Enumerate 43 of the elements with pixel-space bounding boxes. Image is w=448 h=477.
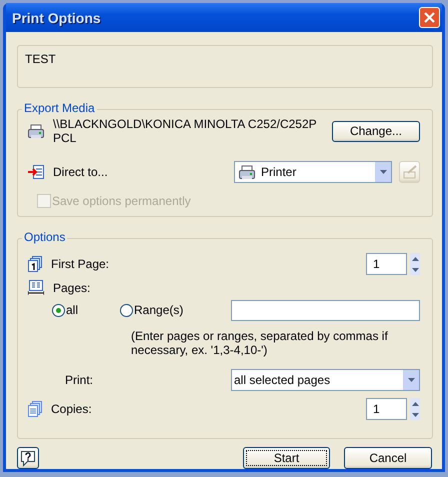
window-title: Print Options	[12, 10, 102, 26]
radio-button[interactable]	[52, 304, 65, 316]
copies-field[interactable]: 1	[366, 398, 407, 420]
spin-buttons[interactable]	[410, 398, 420, 420]
radio-button[interactable]	[120, 304, 134, 316]
group-legend: Options	[22, 230, 68, 244]
destination-dropdown[interactable]: Printer	[234, 161, 392, 183]
page-width-icon	[28, 280, 44, 296]
copies-label: Copies:	[51, 402, 93, 416]
down-arrow-icon	[412, 412, 418, 416]
radio-label: all	[66, 303, 78, 317]
up-arrow-icon	[412, 256, 418, 260]
help-button[interactable]	[17, 447, 39, 469]
close-icon	[424, 12, 435, 23]
printer-icon	[28, 124, 44, 138]
print-label: Print:	[65, 373, 94, 387]
dropdown-arrow-icon	[408, 378, 414, 382]
document-arrow-icon	[28, 164, 44, 180]
printer-icon	[239, 164, 255, 180]
hint-text: (Enter pages or ranges, separated by commas if necessary, ex. '1,3-4,10-')	[131, 329, 389, 357]
cancel-button[interactable]: Cancel	[344, 447, 432, 469]
help-icon	[20, 450, 36, 466]
note-text: TEST	[25, 52, 56, 66]
close-button[interactable]	[419, 7, 440, 28]
range-field[interactable]	[231, 300, 420, 320]
checkbox-label: Save options permanently	[52, 194, 191, 208]
start-button[interactable]: Start	[243, 447, 330, 469]
dropdown-arrow-icon	[380, 170, 386, 174]
copies-icon	[28, 401, 42, 417]
printer-name: \\BLACKNGOLD\KONICA MINOLTA C252/C252P PCL	[53, 117, 318, 145]
print-dropdown[interactable]: all selected pages	[231, 369, 420, 391]
pen-paper-icon	[402, 165, 416, 179]
pages-label: Pages:	[53, 281, 90, 295]
pages-icon	[28, 256, 42, 272]
first-page-field[interactable]: 1	[366, 253, 407, 275]
change-button[interactable]: Change...	[332, 120, 420, 142]
direct-to-label: Direct to...	[53, 165, 109, 179]
up-arrow-icon	[412, 402, 418, 406]
group-legend: Export Media	[22, 101, 97, 115]
radio-label: Range(s)	[134, 303, 184, 317]
spin-buttons[interactable]	[410, 253, 420, 275]
first-page-label: First Page:	[51, 257, 110, 271]
down-arrow-icon	[412, 268, 418, 272]
